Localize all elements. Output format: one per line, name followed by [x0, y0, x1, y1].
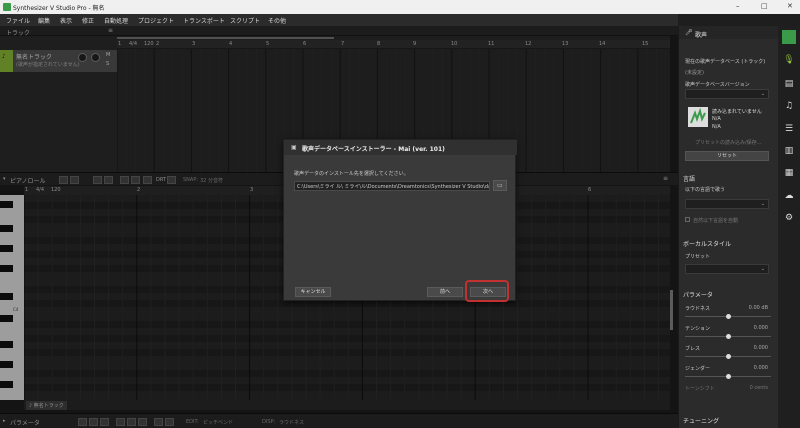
- film-icon[interactable]: ▤: [783, 78, 795, 90]
- param-name: ジェンダー: [685, 366, 711, 372]
- window-title: Synthesizer V Studio Pro - 無名: [13, 5, 105, 12]
- next-button-highlight: [465, 280, 509, 302]
- installer-dialog: ▣ 歌声データベースインストーラー - Mai (ver. 101) 歌声データ…: [283, 139, 517, 301]
- menu-view[interactable]: 表示: [60, 16, 72, 25]
- param-slider-knob[interactable]: [726, 374, 731, 379]
- param-name: テンション: [685, 326, 711, 332]
- menu-script[interactable]: スクリプト: [230, 16, 260, 25]
- install-path-field[interactable]: C:\Users\ミライ ル\ ミライ\ル\Documents\Dreamton…: [294, 181, 490, 191]
- na-text-2: N/A: [712, 124, 721, 130]
- menu-edit[interactable]: 編集: [38, 16, 50, 25]
- na-text-1: N/A: [712, 116, 721, 122]
- voice-panel-title: 歌声: [695, 32, 708, 39]
- note-icon[interactable]: ♫: [783, 100, 795, 112]
- folder-icon: ▭: [497, 182, 503, 189]
- db-version-select[interactable]: ⌄: [685, 89, 769, 99]
- auto-language-label: 自然以下言語を自動: [693, 218, 739, 224]
- reset-button[interactable]: リセット: [685, 151, 769, 161]
- param-slider-knob[interactable]: [726, 314, 731, 319]
- cloud-icon[interactable]: ☁: [783, 190, 795, 202]
- language-section-title: 言語: [683, 176, 696, 183]
- menu-other[interactable]: その他: [268, 16, 286, 25]
- voice-panel: 🎤︎ 歌声 現在の歌声データベース (トラック) (未設定) 歌声データベースバ…: [678, 26, 779, 428]
- installer-icon: ▣: [291, 144, 297, 151]
- param-value: 0.000: [753, 325, 768, 331]
- language-label: 以下の言語で歌う: [685, 187, 726, 193]
- logo-icon: [690, 107, 706, 124]
- voice-avatar: [688, 107, 708, 127]
- preset-load-button[interactable]: プリセットの読み込み/保存...: [695, 139, 761, 146]
- side-tab-bar: 🎙︎ ▤ ♫ ☰ ▥ ▦ ☁ ⚙: [778, 26, 800, 428]
- document-icon[interactable]: ▥: [783, 145, 795, 157]
- app-logo-icon: [3, 3, 11, 11]
- app-logo-icon[interactable]: [782, 30, 796, 44]
- voice-panel-header: 🎤︎ 歌声: [679, 26, 779, 39]
- dialog-title-bar: ▣ 歌声データベースインストーラー - Mai (ver. 101): [284, 140, 517, 155]
- maximize-icon[interactable]: □: [761, 2, 768, 10]
- param-value: 0.00 dB: [748, 305, 768, 311]
- current-db-value[interactable]: (未設定): [685, 69, 704, 76]
- tuning-section-title: チューニング: [683, 418, 720, 425]
- dialog-title: 歌声データベースインストーラー - Mai (ver. 101): [302, 146, 445, 153]
- menu-bar: ファイル 編集 表示 修正 自動処理 プロジェクト トランスポート スクリプト …: [0, 14, 678, 26]
- param-value: 0.000: [753, 345, 768, 351]
- menu-modify[interactable]: 修正: [82, 16, 94, 25]
- microphone-icon: 🎤︎: [685, 29, 693, 36]
- close-icon[interactable]: ✕: [787, 2, 793, 10]
- menu-project[interactable]: プロジェクト: [138, 16, 174, 25]
- chevron-down-icon: ⌄: [760, 91, 765, 97]
- param-value: 0.000: [753, 365, 768, 371]
- param-slider-knob[interactable]: [726, 334, 731, 339]
- menu-auto[interactable]: 自動処理: [104, 16, 128, 25]
- parameter-section-title: パラメータ: [683, 292, 713, 299]
- title-bar: Synthesizer V Studio Pro - 無名 – □ ✕: [0, 0, 800, 14]
- gear-icon[interactable]: ⚙: [783, 212, 795, 224]
- preset-select[interactable]: ⌄: [685, 264, 769, 274]
- param-name: ブレス: [685, 346, 701, 352]
- chevron-down-icon: ⌄: [760, 201, 765, 207]
- not-loaded-text: 読み込まれていません: [712, 109, 762, 115]
- param-name: ラウドネス: [685, 306, 711, 312]
- preset-label: プリセット: [685, 254, 711, 260]
- param-slider-knob[interactable]: [726, 354, 731, 359]
- current-db-label: 現在の歌声データベース (トラック): [685, 59, 766, 65]
- param-value: 0 cents: [749, 385, 768, 391]
- chevron-down-icon: ⌄: [760, 266, 765, 272]
- back-button[interactable]: 前へ: [427, 287, 463, 297]
- microphone-icon[interactable]: 🎙︎: [783, 54, 795, 66]
- document-icon[interactable]: ▦: [783, 167, 795, 179]
- param-name: トーンシフト: [685, 386, 715, 392]
- db-version-label: 歌声データベースバージョン: [685, 82, 750, 88]
- auto-language-checkbox[interactable]: [685, 217, 690, 222]
- menu-transport[interactable]: トランスポート: [183, 16, 225, 25]
- cancel-button[interactable]: キャンセル: [295, 287, 331, 297]
- vocal-style-section-title: ボーカルスタイル: [683, 241, 732, 248]
- dialog-instruction: 歌声データのインストール先を選択してください。: [294, 171, 409, 177]
- layers-icon[interactable]: ☰: [783, 123, 795, 135]
- browse-folder-button[interactable]: ▭: [493, 180, 507, 191]
- minimize-icon[interactable]: –: [736, 2, 740, 10]
- language-select[interactable]: ⌄: [685, 199, 769, 209]
- menu-file[interactable]: ファイル: [6, 16, 30, 25]
